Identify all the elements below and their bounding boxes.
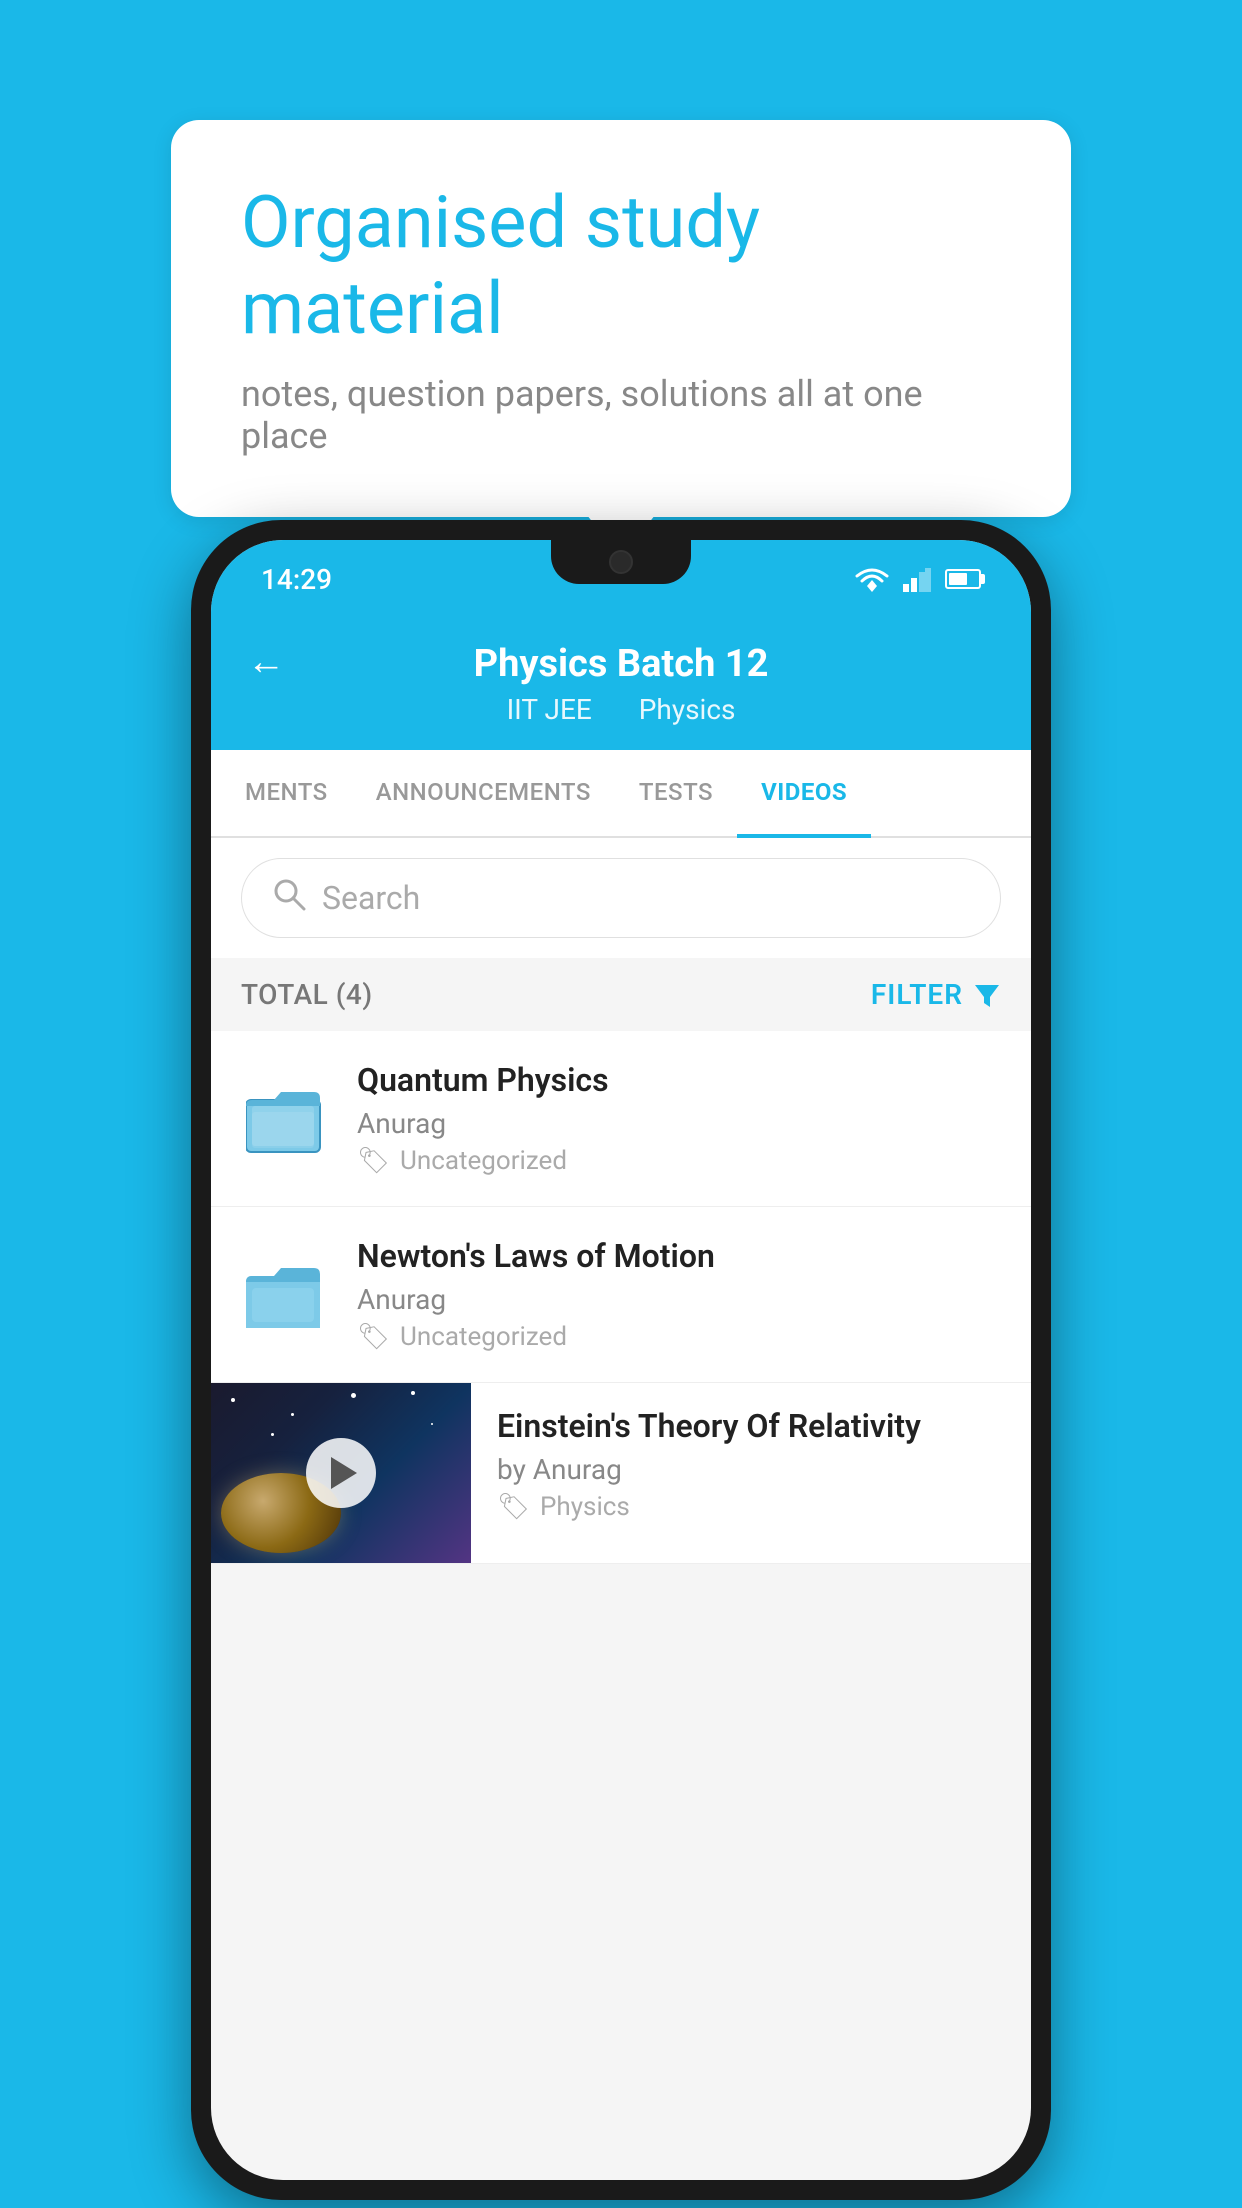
phone-notch: [551, 540, 691, 584]
item-title: Newton's Laws of Motion: [357, 1237, 1001, 1275]
item-title: Einstein's Theory Of Relativity: [497, 1407, 1005, 1445]
filter-funnel-icon: [973, 981, 1001, 1009]
video-thumbnail: [211, 1383, 471, 1563]
battery-icon: [945, 569, 981, 589]
item-author: Anurag: [357, 1283, 1001, 1316]
filter-label: FILTER: [871, 978, 963, 1011]
total-count-label: TOTAL (4): [241, 978, 373, 1011]
video-list: Quantum Physics Anurag 🏷 Uncategorized: [211, 1031, 1031, 1564]
play-triangle-icon: [331, 1457, 357, 1489]
folder-icon: [246, 1260, 326, 1330]
search-container: Search: [211, 838, 1031, 958]
item-info: Einstein's Theory Of Relativity by Anura…: [471, 1383, 1031, 1546]
tabs-bar: MENTS ANNOUNCEMENTS TESTS VIDEOS: [211, 750, 1031, 838]
item-info: Newton's Laws of Motion Anurag 🏷 Uncateg…: [357, 1237, 1001, 1352]
item-author: Anurag: [357, 1107, 1001, 1140]
item-info: Quantum Physics Anurag 🏷 Uncategorized: [357, 1061, 1001, 1176]
bubble-title: Organised study material: [241, 180, 1001, 353]
play-button[interactable]: [306, 1438, 376, 1508]
app-title: Physics Batch 12: [474, 640, 769, 689]
search-placeholder: Search: [322, 879, 420, 917]
phone-mockup: 14:29: [191, 520, 1051, 2200]
phone-screen: 14:29: [211, 540, 1031, 2180]
phone-outer: 14:29: [191, 520, 1051, 2200]
search-input[interactable]: Search: [241, 858, 1001, 938]
back-button[interactable]: ←: [247, 640, 285, 684]
folder-icon-wrapper: [241, 1074, 331, 1164]
app-header: ← Physics Batch 12 IIT JEE Physics: [211, 610, 1031, 750]
app-subtitle: IIT JEE Physics: [497, 693, 746, 726]
status-time: 14:29: [261, 563, 332, 596]
wifi-icon: [855, 566, 889, 592]
phone-camera: [609, 550, 633, 574]
filter-bar: TOTAL (4) FILTER: [211, 958, 1031, 1031]
item-title: Quantum Physics: [357, 1061, 1001, 1099]
list-item[interactable]: Quantum Physics Anurag 🏷 Uncategorized: [211, 1031, 1031, 1207]
tab-videos[interactable]: VIDEOS: [737, 750, 871, 838]
tag-label: Uncategorized: [400, 1146, 567, 1176]
item-tag: 🏷 Uncategorized: [357, 1322, 1001, 1352]
tag-icon: 🏷: [357, 1322, 390, 1352]
tag-label: Uncategorized: [400, 1322, 567, 1352]
tag-icon: 🏷: [357, 1146, 390, 1176]
speech-bubble: Organised study material notes, question…: [171, 120, 1071, 517]
list-item[interactable]: Newton's Laws of Motion Anurag 🏷 Uncateg…: [211, 1207, 1031, 1383]
search-icon: [272, 877, 306, 920]
top-section: Organised study material notes, question…: [0, 0, 1242, 517]
bubble-subtitle: notes, question papers, solutions all at…: [241, 373, 1001, 457]
filter-button[interactable]: FILTER: [871, 978, 1001, 1011]
status-icons: [855, 566, 981, 592]
signal-icon: [903, 566, 931, 592]
tab-tests[interactable]: TESTS: [615, 750, 737, 838]
subtitle-part2: Physics: [639, 693, 736, 726]
subtitle-part1: IIT JEE: [507, 693, 592, 726]
list-item-einstein[interactable]: Einstein's Theory Of Relativity by Anura…: [211, 1383, 1031, 1564]
item-author: by Anurag: [497, 1453, 1005, 1486]
tag-label: Physics: [540, 1492, 630, 1522]
item-tag: 🏷 Physics: [497, 1492, 1005, 1522]
tag-icon: 🏷: [497, 1492, 530, 1522]
folder-icon: [246, 1084, 326, 1154]
tab-announcements[interactable]: ANNOUNCEMENTS: [352, 750, 615, 838]
item-tag: 🏷 Uncategorized: [357, 1146, 1001, 1176]
tab-ments[interactable]: MENTS: [221, 750, 352, 838]
folder-icon-wrapper: [241, 1250, 331, 1340]
